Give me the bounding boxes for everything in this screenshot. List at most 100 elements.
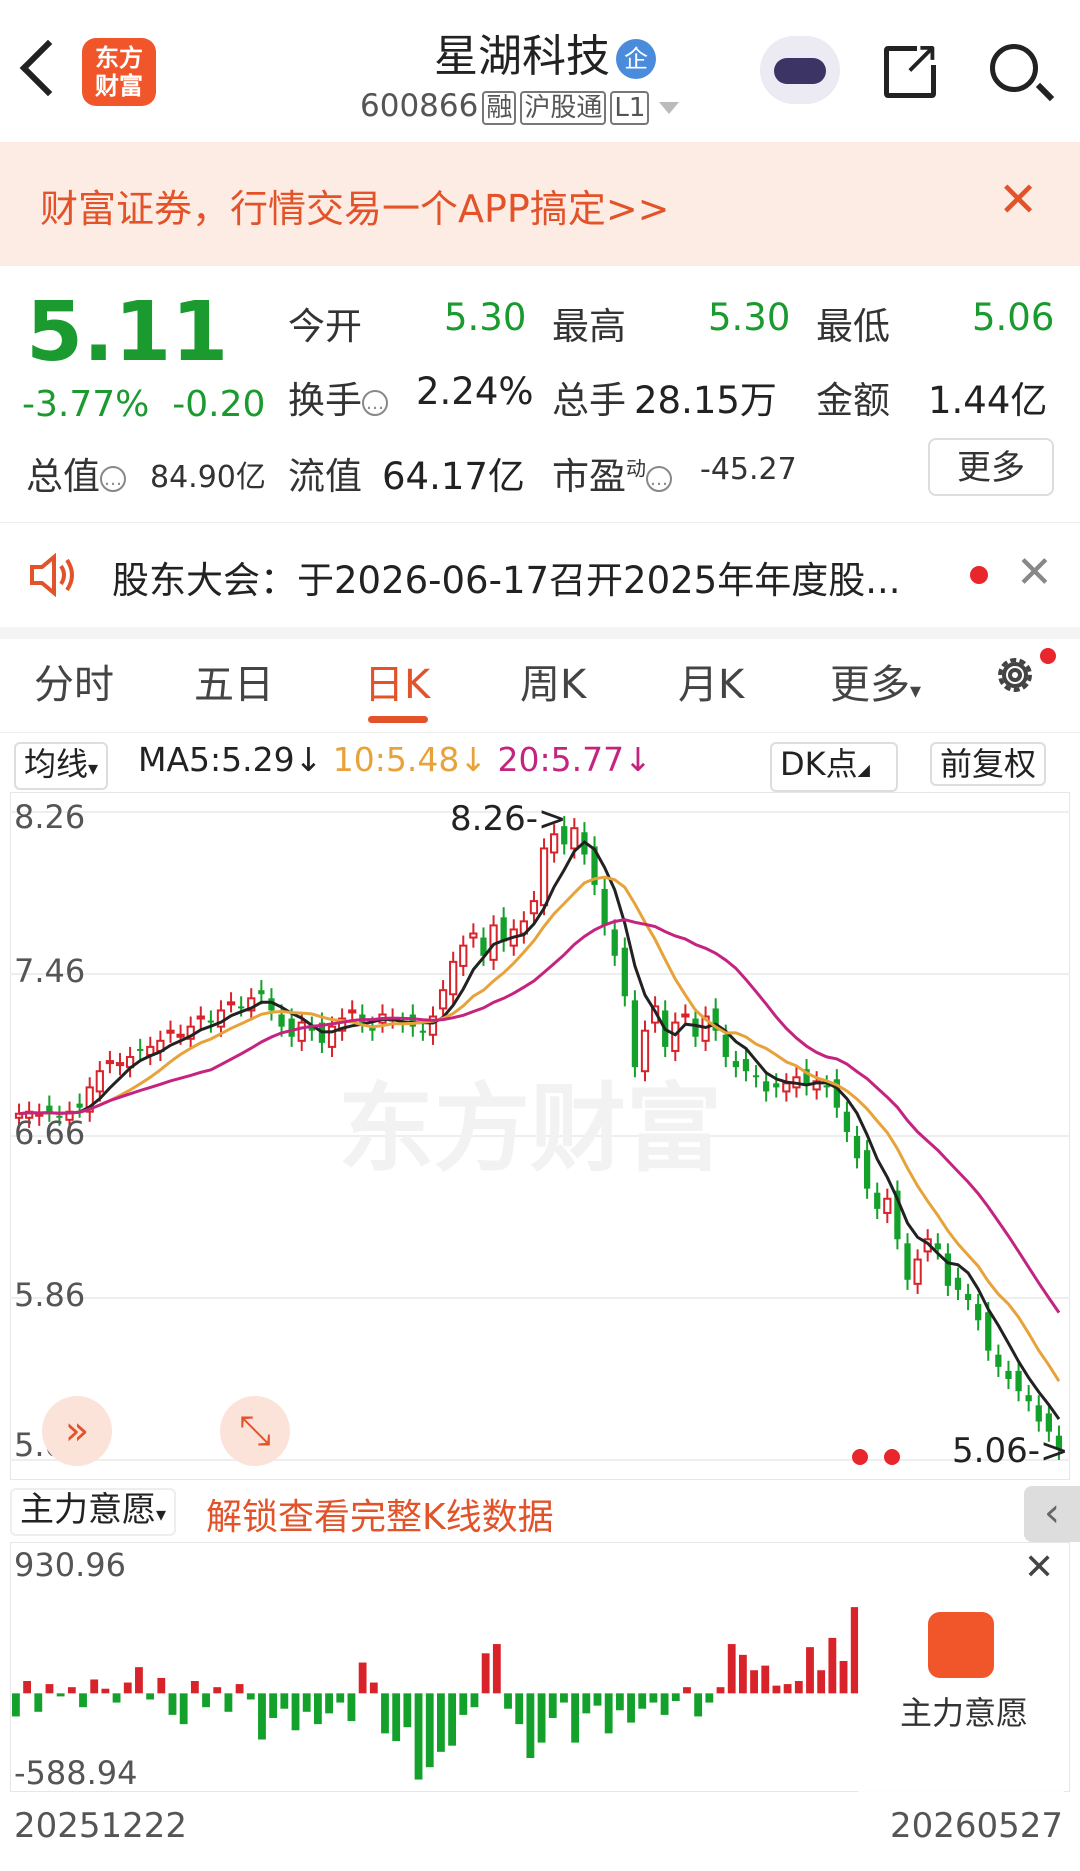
force-bar <box>794 1681 803 1694</box>
force-bar <box>504 1693 512 1709</box>
tag-margin: 融 <box>482 91 517 125</box>
force-bar <box>23 1681 32 1694</box>
force-bar <box>492 1644 501 1694</box>
force-bar <box>604 1693 613 1734</box>
stock-title[interactable]: 星湖科技企 <box>380 20 710 84</box>
turnover-label-text: 换手 <box>288 379 362 422</box>
tab-more-label: 更多 <box>830 662 910 708</box>
force-bar <box>414 1693 423 1780</box>
candle <box>631 1000 639 1068</box>
force-bar <box>302 1693 311 1712</box>
force-bar <box>806 1647 814 1694</box>
candle <box>763 1081 770 1092</box>
overlay-label: 主力意愿 <box>900 1694 1029 1732</box>
stock-code: 600866 <box>360 88 479 124</box>
force-bar <box>101 1688 110 1694</box>
candle <box>904 1243 911 1280</box>
info-icon: … <box>100 465 126 492</box>
expand-icon[interactable]: ⤡ <box>220 1396 290 1466</box>
search-icon[interactable] <box>990 44 1038 92</box>
tab-five-day[interactable]: 五日 <box>194 652 274 710</box>
force-bar <box>280 1693 289 1709</box>
unlock-link[interactable]: 解锁查看完整K线数据 <box>206 1488 554 1540</box>
candle <box>853 1136 861 1159</box>
candle <box>469 932 478 939</box>
force-bar <box>571 1693 580 1743</box>
force-bar <box>392 1693 401 1742</box>
low-label: 最低 <box>816 305 890 348</box>
tab-daily-k[interactable]: 日K <box>364 652 430 710</box>
assistant-robot-icon[interactable] <box>760 36 840 104</box>
osc-max-label: 930.96 <box>14 1546 126 1584</box>
candle <box>166 1029 175 1034</box>
kline-chart[interactable]: 东方财富 8.267.466.665.865.06 8.26-> 5.06-> <box>10 792 1070 1480</box>
tab-intraday[interactable]: 分时 <box>34 652 114 710</box>
close-icon[interactable]: ✕ <box>1016 548 1053 598</box>
close-icon[interactable]: ✕ <box>998 176 1038 224</box>
stock-code-row[interactable]: 600866 融沪股通 L1 <box>360 88 680 125</box>
candle <box>459 944 468 967</box>
caret-down-icon: ▾ <box>88 756 99 780</box>
candle <box>288 1018 295 1037</box>
promo-text[interactable]: 财富证券，行情交易一个APP搞定>> <box>40 178 670 233</box>
candle <box>621 947 628 997</box>
indicator-dropdown[interactable]: 主力意愿▾ <box>10 1488 177 1536</box>
candle <box>105 1060 115 1065</box>
candle <box>238 1006 245 1009</box>
close-icon[interactable]: ✕ <box>1024 1550 1054 1586</box>
force-bar <box>638 1693 647 1709</box>
active-tab-indicator <box>368 716 428 723</box>
eastmoney-logo[interactable]: 东方 财富 <box>82 38 156 106</box>
candle <box>46 1105 53 1112</box>
candle <box>348 1009 357 1014</box>
adjust-selector[interactable]: 前复权 <box>930 742 1047 786</box>
end-date: 20260527 <box>890 1806 1064 1846</box>
tag-connect: 沪股通 <box>520 91 607 125</box>
stock-name: 星湖科技 <box>434 31 610 82</box>
tab-more[interactable]: 更多▾ <box>830 652 921 710</box>
candle <box>640 1029 650 1073</box>
candle <box>297 1021 306 1042</box>
candle <box>954 1277 962 1290</box>
force-bar <box>671 1693 680 1702</box>
force-bar <box>817 1670 826 1694</box>
pe-label[interactable]: 市盈动… <box>552 446 672 500</box>
dk-point-button[interactable]: DK点◢ <box>770 742 898 792</box>
force-bar <box>67 1687 76 1694</box>
force-bar <box>738 1654 747 1694</box>
candle <box>115 1062 125 1067</box>
force-bar <box>772 1685 781 1694</box>
force-bar <box>224 1693 233 1712</box>
candle <box>207 1020 215 1023</box>
tab-weekly-k[interactable]: 周K <box>520 652 586 710</box>
notice-text[interactable]: 股东大会：于2026-06-17召开2025年年度股... <box>112 550 900 604</box>
force-bar <box>258 1693 266 1740</box>
force-bar <box>694 1693 703 1717</box>
gear-icon[interactable] <box>992 652 1038 698</box>
force-bar <box>168 1693 177 1715</box>
lock-chart-icon <box>928 1612 994 1678</box>
force-bar <box>828 1637 837 1694</box>
mktcap-label[interactable]: 总值… <box>26 446 126 500</box>
candle <box>1025 1395 1032 1402</box>
tab-monthly-k[interactable]: 月K <box>678 652 744 710</box>
force-bar <box>358 1662 367 1694</box>
collapse-arrow-icon[interactable]: ‹ <box>1024 1486 1080 1542</box>
force-bar <box>615 1693 624 1711</box>
ma-selector[interactable]: 均线▾ <box>14 742 109 790</box>
force-bar <box>593 1693 602 1706</box>
candle <box>752 1075 760 1078</box>
candle <box>985 1312 992 1351</box>
logo-text-1: 东方 <box>95 44 143 72</box>
force-bar <box>336 1693 345 1703</box>
force-bar <box>515 1693 524 1725</box>
force-bar <box>727 1644 736 1694</box>
more-button[interactable]: 更多 <box>928 438 1054 496</box>
fast-forward-icon[interactable]: » <box>42 1396 112 1466</box>
force-bar <box>839 1660 848 1694</box>
force-bar <box>112 1693 121 1703</box>
turnover-label[interactable]: 换手… <box>288 370 388 424</box>
settings-badge-dot <box>1040 648 1056 664</box>
candle <box>278 1014 285 1027</box>
candle <box>500 917 507 942</box>
